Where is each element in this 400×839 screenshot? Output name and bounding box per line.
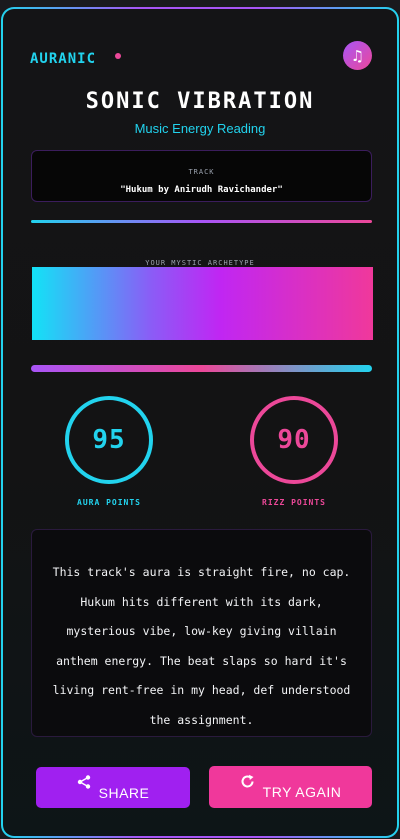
track-label: TRACK — [188, 168, 215, 176]
description-card: This track's aura is straight fire, no c… — [31, 529, 372, 737]
music-button[interactable]: ♫ — [343, 41, 372, 70]
archetype-gradient — [32, 267, 373, 340]
track-card: TRACK "Hukum by Anirudh Ravichander" — [31, 150, 372, 202]
brand-dot — [115, 53, 121, 59]
rizz-score-value: 90 — [277, 425, 311, 455]
try-again-button-label: TRY AGAIN — [262, 784, 342, 800]
share-button[interactable]: SHARE — [36, 767, 190, 808]
description-text: This track's aura is straight fire, no c… — [52, 565, 351, 727]
try-again-button[interactable]: TRY AGAIN — [209, 766, 372, 808]
reading-card: AURANIC ♫ SONIC VIBRATION Music Energy R… — [0, 0, 400, 839]
page-subtitle: Music Energy Reading — [134, 121, 266, 136]
refresh-icon — [240, 774, 255, 793]
rizz-score-ring: 90 — [250, 396, 338, 484]
aura-score-value: 95 — [92, 425, 126, 455]
music-note-icon: ♫ — [350, 46, 365, 65]
track-name: "Hukum by Anirudh Ravichander" — [120, 185, 283, 195]
energy-bar — [31, 365, 372, 372]
divider-gradient — [31, 220, 372, 223]
aura-score-label: AURA POINTS — [77, 498, 141, 507]
share-button-label: SHARE — [98, 784, 150, 801]
share-icon — [77, 774, 91, 793]
rizz-score-label: RIZZ POINTS — [262, 498, 326, 507]
brand-logo: AURANIC — [30, 51, 97, 67]
aura-score-ring: 95 — [65, 396, 153, 484]
page-title: SONIC VIBRATION — [85, 89, 315, 114]
archetype-label: YOUR MYSTIC ARCHETYPE — [145, 259, 255, 267]
